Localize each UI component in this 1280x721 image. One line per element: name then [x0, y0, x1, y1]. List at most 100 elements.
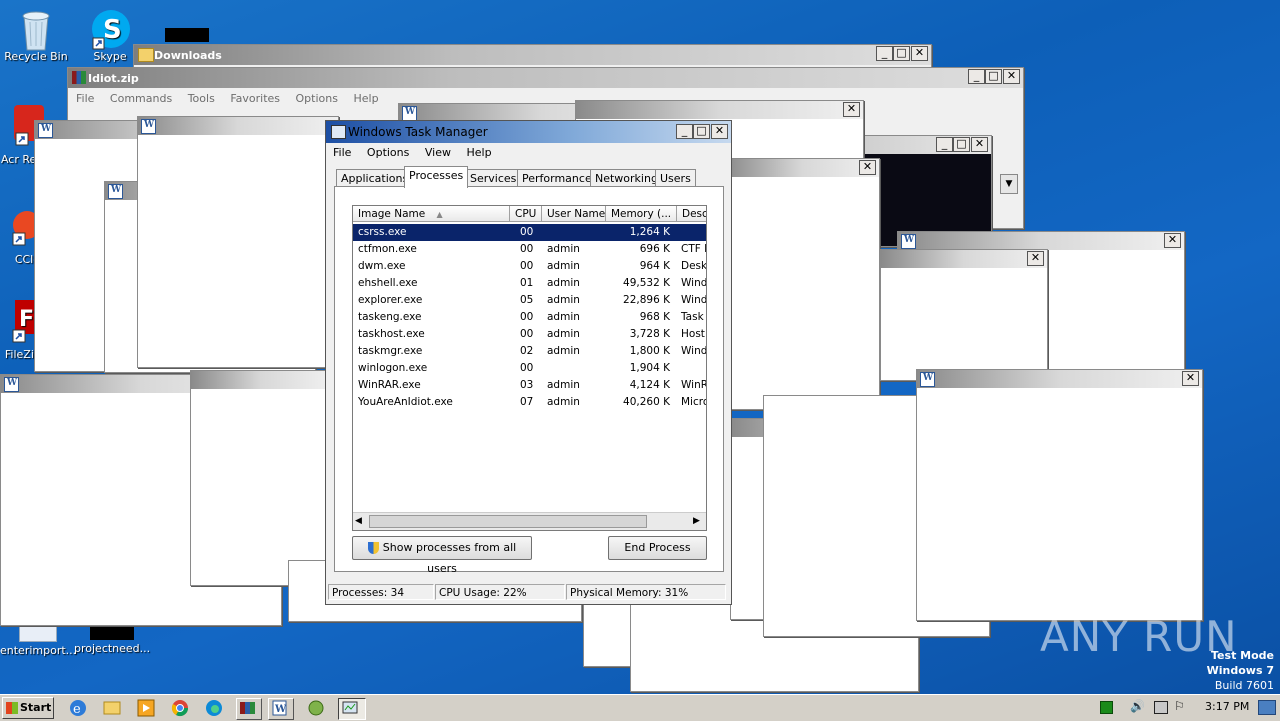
- process-name-cell: WinRAR.exe: [358, 379, 421, 391]
- status-memory: Physical Memory: 31%: [566, 584, 726, 600]
- process-name-cell: ehshell.exe: [358, 277, 418, 289]
- close-button[interactable]: ✕: [1027, 251, 1044, 266]
- process-desc-cell: Desk: [681, 260, 707, 272]
- close-button[interactable]: ✕: [843, 102, 860, 117]
- start-button[interactable]: Start: [2, 697, 54, 719]
- close-button[interactable]: ✕: [859, 160, 876, 175]
- maximize-button[interactable]: □: [985, 69, 1002, 84]
- network-icon[interactable]: [1100, 701, 1113, 714]
- process-cpu-cell: 00: [520, 243, 534, 255]
- menu-options[interactable]: Options: [296, 92, 338, 105]
- menu-options[interactable]: Options: [367, 146, 409, 159]
- winrar-taskbar-icon[interactable]: [236, 698, 262, 720]
- taskbar: Start e W 🔊 ⚐ 3:17 PM: [0, 694, 1280, 721]
- popup-window[interactable]: ✕: [880, 249, 1048, 381]
- close-button[interactable]: ✕: [911, 46, 928, 61]
- process-cpu-cell: 07: [520, 396, 534, 408]
- popup-window[interactable]: ✕: [725, 158, 880, 410]
- popup-window[interactable]: [190, 370, 332, 586]
- close-button[interactable]: ✕: [971, 137, 988, 152]
- dropdown-arrow-icon[interactable]: ▼: [1000, 174, 1018, 194]
- clock[interactable]: 3:17 PM: [1205, 700, 1249, 713]
- show-desktop-icon[interactable]: [1258, 700, 1276, 715]
- tab-services[interactable]: Services: [465, 169, 522, 187]
- process-list[interactable]: Image Name ▲ CPU User Name Memory (... D…: [352, 205, 707, 531]
- process-row[interactable]: WinRAR.exe 03 admin 4,124 K WinR: [353, 377, 706, 394]
- word-doc-icon: [402, 106, 417, 121]
- column-image-name[interactable]: Image Name ▲: [353, 206, 510, 222]
- explorer-icon[interactable]: [102, 698, 126, 718]
- process-row[interactable]: dwm.exe 00 admin 964 K Desk: [353, 258, 706, 275]
- word-doc-icon: [38, 123, 53, 138]
- close-button[interactable]: ✕: [1164, 233, 1181, 248]
- speaker-icon[interactable]: 🔊: [1130, 699, 1145, 713]
- process-row[interactable]: taskmgr.exe 02 admin 1,800 K Wind: [353, 343, 706, 360]
- desktop-icon-recycle-bin[interactable]: Recycle Bin: [1, 8, 71, 63]
- column-memory[interactable]: Memory (...: [606, 206, 677, 222]
- popup-window[interactable]: ✕: [916, 369, 1203, 621]
- test-mode-text: Test Mode Windows 7 Build 7601: [1206, 649, 1274, 692]
- process-row[interactable]: winlogon.exe 00 1,904 K: [353, 360, 706, 377]
- minimize-button[interactable]: _: [676, 124, 693, 139]
- process-mem-cell: 22,896 K: [623, 294, 670, 306]
- column-cpu[interactable]: CPU: [510, 206, 542, 222]
- task-manager-window[interactable]: Windows Task Manager _ □ ✕ File Options …: [325, 120, 732, 605]
- process-row[interactable]: taskhost.exe 00 admin 3,728 K Host: [353, 326, 706, 343]
- word-taskbar-icon[interactable]: W: [268, 698, 294, 720]
- tab-processes[interactable]: Processes: [404, 166, 469, 188]
- maximize-button[interactable]: □: [953, 137, 970, 152]
- tab-applications[interactable]: Applications: [336, 169, 414, 187]
- task-manager-taskbar-icon[interactable]: [338, 698, 366, 720]
- chrome-icon[interactable]: [170, 698, 194, 718]
- maximize-button[interactable]: □: [893, 46, 910, 61]
- process-row[interactable]: ehshell.exe 01 admin 49,532 K Wind: [353, 275, 706, 292]
- menu-help[interactable]: Help: [353, 92, 378, 105]
- menu-help[interactable]: Help: [466, 146, 491, 159]
- svg-text:F: F: [19, 307, 34, 332]
- scroll-left-icon[interactable]: ◀: [355, 516, 362, 526]
- scroll-right-icon[interactable]: ▶: [693, 516, 700, 526]
- process-row[interactable]: ctfmon.exe 00 admin 696 K CTF I: [353, 241, 706, 258]
- media-player-icon[interactable]: [136, 698, 160, 718]
- process-user-cell: admin: [547, 243, 580, 255]
- task-manager-titlebar[interactable]: Windows Task Manager _ □ ✕: [326, 121, 731, 143]
- process-desc-cell: CTF I: [681, 243, 707, 255]
- scrollbar-thumb[interactable]: [369, 515, 647, 528]
- maximize-button[interactable]: □: [693, 124, 710, 139]
- minimize-button[interactable]: _: [936, 137, 953, 152]
- shield-icon: [367, 542, 379, 554]
- tab-performance[interactable]: Performance: [517, 169, 597, 187]
- process-desc-cell: Wind: [681, 345, 707, 357]
- close-button[interactable]: ✕: [1182, 371, 1199, 386]
- flag-icon[interactable]: ⚐: [1174, 699, 1185, 713]
- process-desc-cell: Task: [681, 311, 704, 323]
- column-user-name[interactable]: User Name: [542, 206, 606, 222]
- menu-view[interactable]: View: [425, 146, 451, 159]
- menu-file[interactable]: File: [76, 92, 94, 105]
- minimize-button[interactable]: _: [876, 46, 893, 61]
- process-row[interactable]: csrss.exe 00 1,264 K: [353, 224, 706, 241]
- minimize-button[interactable]: _: [968, 69, 985, 84]
- process-cpu-cell: 01: [520, 277, 534, 289]
- ie-icon[interactable]: e: [68, 698, 92, 718]
- process-name-cell: csrss.exe: [358, 226, 407, 238]
- menu-commands[interactable]: Commands: [110, 92, 172, 105]
- column-description[interactable]: Desc: [677, 206, 706, 222]
- horizontal-scrollbar[interactable]: ◀ ▶: [353, 512, 706, 530]
- end-process-button[interactable]: End Process: [608, 536, 707, 560]
- process-row[interactable]: YouAreAnIdiot.exe 07 admin 40,260 K Micro: [353, 394, 706, 411]
- edge-icon[interactable]: [204, 698, 228, 718]
- generic-app-icon[interactable]: [306, 698, 330, 718]
- battery-icon[interactable]: [1154, 701, 1168, 714]
- show-all-processes-button[interactable]: Show processes from all users: [352, 536, 532, 575]
- process-row[interactable]: taskeng.exe 00 admin 968 K Task: [353, 309, 706, 326]
- tab-users[interactable]: Users: [655, 169, 696, 187]
- menu-file[interactable]: File: [333, 146, 351, 159]
- process-row[interactable]: explorer.exe 05 admin 22,896 K Wind: [353, 292, 706, 309]
- tab-networking[interactable]: Networking: [590, 169, 663, 187]
- menu-tools[interactable]: Tools: [188, 92, 215, 105]
- popup-window[interactable]: [137, 116, 339, 368]
- menu-favorites[interactable]: Favorites: [230, 92, 280, 105]
- close-button[interactable]: ✕: [1003, 69, 1020, 84]
- close-button[interactable]: ✕: [711, 124, 728, 139]
